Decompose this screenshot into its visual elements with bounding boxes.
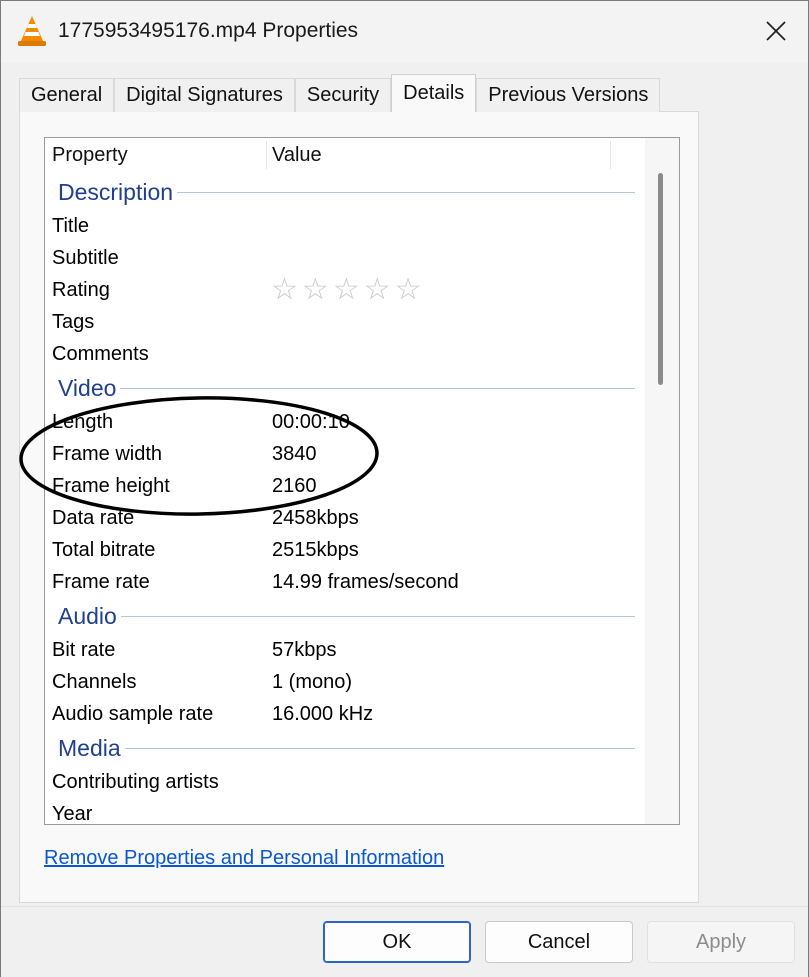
property-rows: Description Title Subtitle Rating ☆ ☆ ☆ … xyxy=(45,174,643,825)
properties-dialog: 1775953495176.mp4 Properties General Dig… xyxy=(0,0,809,977)
group-label: Media xyxy=(58,735,125,762)
property-row-subtitle[interactable]: Subtitle xyxy=(45,242,643,274)
cancel-button[interactable]: Cancel xyxy=(485,921,633,963)
property-key: Rating xyxy=(52,279,110,301)
property-list: Property Value Description Title Subtitl… xyxy=(44,137,680,825)
property-row-length[interactable]: Length 00:00:10 xyxy=(45,406,643,438)
property-value: 3840 xyxy=(272,443,317,465)
property-row-frame-width[interactable]: Frame width 3840 xyxy=(45,438,643,470)
column-header-value[interactable]: Value xyxy=(272,144,322,167)
property-key: Bit rate xyxy=(52,639,116,661)
property-value: 00:00:10 xyxy=(272,411,350,433)
rating-stars[interactable]: ☆ ☆ ☆ ☆ ☆ xyxy=(271,274,422,306)
tab-details[interactable]: Details xyxy=(391,74,477,112)
property-row-audio-sample-rate[interactable]: Audio sample rate 16.000 kHz xyxy=(45,698,643,730)
column-divider[interactable] xyxy=(266,141,267,169)
property-value: 1 (mono) xyxy=(272,671,353,693)
remove-properties-link[interactable]: Remove Properties and Personal Informati… xyxy=(44,847,444,870)
tab-security[interactable]: Security xyxy=(294,78,392,112)
group-label: Audio xyxy=(58,603,121,630)
tab-strip: General Digital Signatures Security Deta… xyxy=(19,74,661,112)
tab-general[interactable]: General xyxy=(19,78,115,112)
property-row-title[interactable]: Title xyxy=(45,210,643,242)
group-divider xyxy=(58,388,635,389)
vertical-scrollbar[interactable] xyxy=(645,138,679,824)
group-label: Video xyxy=(58,375,121,402)
group-video: Video xyxy=(45,370,643,406)
property-key: Total bitrate xyxy=(52,539,156,561)
property-row-tags[interactable]: Tags xyxy=(45,306,643,338)
property-key: Subtitle xyxy=(52,247,119,269)
dialog-footer: OK Cancel Apply xyxy=(1,906,808,977)
tab-previous-versions[interactable]: Previous Versions xyxy=(476,78,661,112)
star-outline-icon[interactable]: ☆ xyxy=(364,274,391,306)
ok-button[interactable]: OK xyxy=(323,921,471,963)
column-header-property[interactable]: Property xyxy=(52,144,128,167)
group-divider xyxy=(58,748,635,749)
list-header: Property Value xyxy=(45,138,611,174)
property-row-frame-rate[interactable]: Frame rate 14.99 frames/second xyxy=(45,566,643,598)
property-key: Frame width xyxy=(52,443,163,465)
property-value: 16.000 kHz xyxy=(272,703,374,725)
property-row-bit-rate[interactable]: Bit rate 57kbps xyxy=(45,634,643,666)
property-key: Audio sample rate xyxy=(52,703,214,725)
property-key: Year xyxy=(52,803,93,825)
property-row-comments[interactable]: Comments xyxy=(45,338,643,370)
property-key: Tags xyxy=(52,311,95,333)
close-icon xyxy=(766,21,786,41)
property-key: Data rate xyxy=(52,507,135,529)
property-row-data-rate[interactable]: Data rate 2458kbps xyxy=(45,502,643,534)
apply-button[interactable]: Apply xyxy=(647,921,795,963)
property-key: Comments xyxy=(52,343,149,365)
property-row-frame-height[interactable]: Frame height 2160 xyxy=(45,470,643,502)
property-key: Channels xyxy=(52,671,137,693)
star-outline-icon[interactable]: ☆ xyxy=(271,274,298,306)
property-value: 2515kbps xyxy=(272,539,359,561)
property-value: 2458kbps xyxy=(272,507,359,529)
property-key: Frame height xyxy=(52,475,170,497)
vlc-cone-icon xyxy=(18,16,46,46)
property-row-rating[interactable]: Rating ☆ ☆ ☆ ☆ ☆ xyxy=(45,274,643,306)
group-media: Media xyxy=(45,730,643,766)
property-key: Title xyxy=(52,215,90,237)
star-outline-icon[interactable]: ☆ xyxy=(395,274,422,306)
group-divider xyxy=(58,616,635,617)
column-divider[interactable] xyxy=(610,141,611,169)
window-title: 1775953495176.mp4 Properties xyxy=(58,19,359,42)
group-audio: Audio xyxy=(45,598,643,634)
property-row-contributing-artists[interactable]: Contributing artists xyxy=(45,766,643,798)
close-button[interactable] xyxy=(744,1,808,61)
title-bar: 1775953495176.mp4 Properties xyxy=(1,1,808,63)
property-key: Length xyxy=(52,411,114,433)
property-key: Frame rate xyxy=(52,571,150,593)
property-value: 14.99 frames/second xyxy=(272,571,459,593)
property-value: 2160 xyxy=(272,475,317,497)
property-value: 57kbps xyxy=(272,639,337,661)
property-key: Contributing artists xyxy=(52,771,219,793)
property-row-total-bitrate[interactable]: Total bitrate 2515kbps xyxy=(45,534,643,566)
star-outline-icon[interactable]: ☆ xyxy=(333,274,360,306)
property-row-channels[interactable]: Channels 1 (mono) xyxy=(45,666,643,698)
property-row-year[interactable]: Year xyxy=(45,798,643,825)
tab-digital-signatures[interactable]: Digital Signatures xyxy=(114,78,295,112)
scrollbar-thumb[interactable] xyxy=(658,173,663,385)
star-outline-icon[interactable]: ☆ xyxy=(302,274,329,306)
group-label: Description xyxy=(58,179,178,206)
group-description: Description xyxy=(45,174,643,210)
